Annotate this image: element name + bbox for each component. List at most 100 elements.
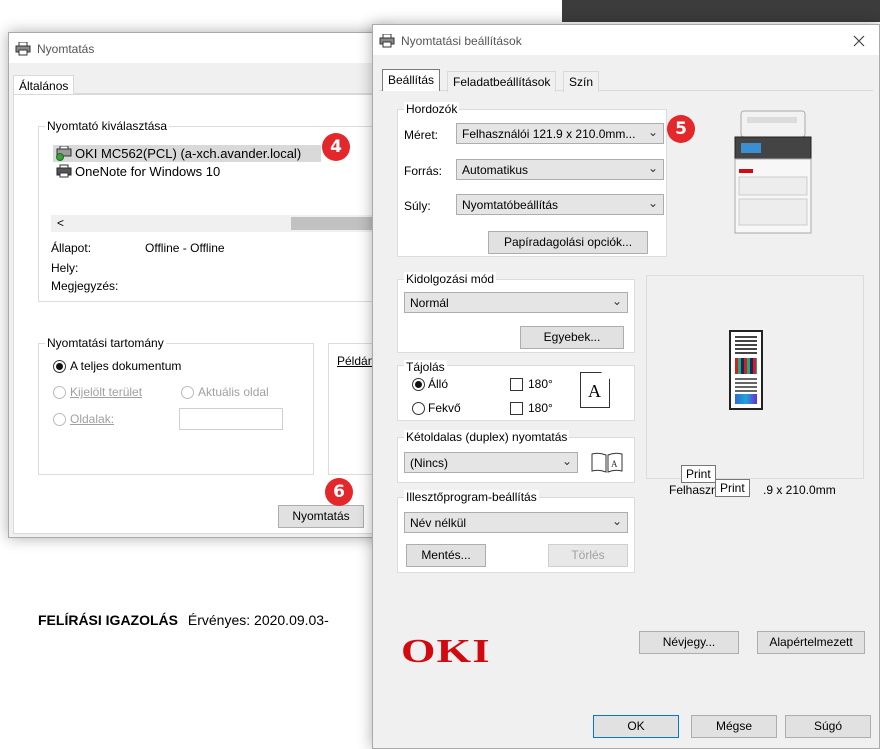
printer-selection-legend: Nyomtató kiválasztása: [45, 119, 170, 133]
cancel-button[interactable]: Mégse: [691, 715, 777, 738]
network-printer-icon: [56, 146, 72, 161]
print-dialog-title: Nyomtatás: [37, 42, 95, 56]
weight-combo[interactable]: Nyomtatóbeállítás ⌄: [456, 194, 664, 215]
page-preview-thumbnail: [729, 330, 763, 410]
preview-pane: [646, 275, 864, 479]
tab-altalanos[interactable]: Általános: [13, 75, 75, 96]
rotate180-landscape-checkbox[interactable]: [510, 402, 523, 415]
book-icon: A: [591, 452, 623, 473]
duplex-combo[interactable]: (Nincs) ⌄: [404, 452, 578, 473]
preview-text-block-2: [735, 378, 757, 392]
tab-feladatbeallitasok[interactable]: Feladatbeállítások: [447, 71, 557, 92]
comment-label: Megjegyzés:: [51, 279, 119, 293]
rotate180-landscape-label[interactable]: 180°: [528, 401, 553, 415]
size-combo[interactable]: Felhasználói 121.9 x 210.0mm... ⌄: [456, 123, 664, 144]
printer-image: [725, 107, 821, 237]
about-button[interactable]: Névjegy...: [639, 631, 739, 654]
finishing-group: Kidolgozási mód Normál ⌄ Egyebek...: [397, 272, 635, 353]
weight-label: Súly:: [404, 199, 431, 213]
finishing-combo[interactable]: Normál ⌄: [404, 292, 628, 313]
range-current-label[interactable]: Aktuális oldal: [198, 385, 269, 399]
media-legend: Hordozók: [404, 102, 460, 116]
printer-name-oki: OKI MC562(PCL) (a-xch.avander.local): [75, 146, 302, 161]
range-pages-radio[interactable]: [53, 413, 66, 426]
scrollbar-thumb[interactable]: [291, 217, 379, 230]
certificate-label: FELÍRÁSI IGAZOLÁS: [38, 612, 178, 628]
print-tooltip-a: Print: [681, 465, 716, 483]
preview-caption-left: Felhaszn: [669, 483, 718, 497]
chevron-down-icon: ⌄: [647, 125, 658, 139]
step-badge-5: 5: [667, 115, 695, 143]
rotate180-portrait-label[interactable]: 180°: [528, 377, 553, 391]
preferences-titlebar[interactable]: Nyomtatási beállítások: [373, 25, 879, 55]
print-range-group: Nyomtatási tartomány A teljes dokumentum…: [38, 336, 314, 475]
range-pages-label[interactable]: Oldalak:: [70, 412, 114, 426]
range-all-radio[interactable]: [53, 360, 66, 373]
svg-text:A: A: [611, 459, 618, 469]
step-badge-6: 6: [325, 478, 353, 506]
chevron-down-icon: ⌄: [611, 294, 622, 308]
tab-szin[interactable]: Szín: [563, 71, 600, 92]
landscape-label[interactable]: Fekvő: [428, 401, 461, 415]
driver-combo[interactable]: Név nélkül ⌄: [404, 512, 628, 533]
portrait-radio[interactable]: [412, 378, 425, 391]
printer-icon: [379, 34, 395, 48]
delete-button[interactable]: Törlés: [548, 544, 628, 567]
source-combo[interactable]: Automatikus ⌄: [456, 159, 664, 180]
size-value: Felhasználói 121.9 x 210.0mm...: [462, 127, 636, 141]
printer-icon: [15, 42, 31, 56]
source-value: Automatikus: [462, 163, 529, 177]
tab-beallitas[interactable]: Beállítás: [382, 69, 441, 91]
save-button[interactable]: Mentés...: [406, 544, 486, 567]
orientation-group: Tájolás Álló Fekvő 180° 180° A: [397, 360, 635, 421]
finishing-value: Normál: [410, 296, 449, 310]
default-button[interactable]: Alapértelmezett: [757, 631, 865, 654]
portrait-label[interactable]: Álló: [428, 377, 448, 391]
source-label: Forrás:: [404, 164, 443, 178]
print-tooltip-b: Print: [715, 479, 750, 497]
chevron-down-icon: ⌄: [647, 161, 658, 175]
print-button[interactable]: Nyomtatás: [278, 505, 364, 528]
finishing-legend: Kidolgozási mód: [404, 272, 497, 286]
location-label: Hely:: [51, 261, 79, 275]
printer-icon: [56, 164, 72, 178]
print-range-legend: Nyomtatási tartomány: [45, 336, 166, 350]
landscape-radio[interactable]: [412, 402, 425, 415]
duplex-group: Kétoldalas (duplex) nyomtatás (Nincs) ⌄ …: [397, 430, 635, 483]
driver-legend: Illesztőprogram-beállítás: [404, 490, 539, 504]
pages-input[interactable]: [179, 408, 283, 430]
orientation-legend: Tájolás: [404, 360, 447, 374]
chevron-down-icon: ⌄: [561, 454, 572, 468]
close-icon[interactable]: [853, 35, 865, 47]
paper-feed-button[interactable]: Papíradagolási opciók...: [488, 231, 648, 254]
preview-image-block: [735, 358, 757, 374]
preferences-title: Nyomtatási beállítások: [401, 34, 522, 48]
print-dialog-titlebar[interactable]: Nyomtatás: [9, 33, 387, 63]
orientation-page-letter: A: [588, 381, 601, 401]
preview-caption-right: .9 x 210.0mm: [763, 483, 836, 497]
rotate180-portrait-checkbox[interactable]: [510, 378, 523, 391]
certificate-valid-text: Érvényes: 2020.09.03-: [187, 612, 329, 628]
print-general-pane: Nyomtató kiválasztása OKI MC562(PCL) (a-…: [13, 94, 388, 534]
range-selection-label[interactable]: Kijelölt terület: [70, 385, 142, 399]
chevron-down-icon: ⌄: [647, 196, 658, 210]
weight-value: Nyomtatóbeállítás: [462, 198, 559, 212]
certificate-line: FELÍRÁSI IGAZOLÁS Érvényes: 2020.09.03-: [38, 612, 329, 628]
help-button[interactable]: Súgó: [785, 715, 871, 738]
print-dialog: Nyomtatás Általános Nyomtató kiválasztás…: [8, 32, 388, 538]
printer-list-scrollbar[interactable]: <: [51, 215, 379, 232]
printer-item-onenote[interactable]: OneNote for Windows 10: [53, 163, 321, 180]
preview-text-block: [735, 336, 757, 354]
range-all-label[interactable]: A teljes dokumentum: [70, 359, 181, 373]
other-button[interactable]: Egyebek...: [520, 326, 624, 349]
ok-button[interactable]: OK: [593, 715, 679, 738]
duplex-value: (Nincs): [410, 456, 448, 470]
range-selection-radio[interactable]: [53, 386, 66, 399]
preview-chart-block: [735, 394, 757, 404]
range-current-radio[interactable]: [181, 386, 194, 399]
printing-preferences-dialog: Nyomtatási beállítások Beállítás Feladat…: [372, 24, 880, 749]
scroll-left-arrow[interactable]: <: [57, 216, 64, 230]
printer-item-oki[interactable]: OKI MC562(PCL) (a-xch.avander.local): [53, 145, 321, 162]
printer-name-onenote: OneNote for Windows 10: [75, 164, 221, 179]
oki-logo: OKI: [401, 633, 491, 670]
